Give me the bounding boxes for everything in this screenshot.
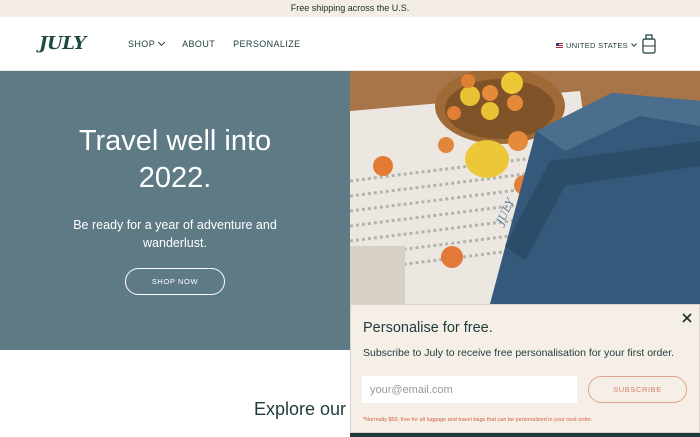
subscribe-popup: Personalise for free. Subscribe to July … (350, 304, 700, 433)
footer-strip (350, 433, 700, 437)
logo[interactable]: JULY (39, 33, 86, 54)
hero-subtitle-line1: Be ready for a year of adventure and (73, 218, 277, 232)
fine-print: *Normally $50, free for all luggage and … (363, 417, 593, 423)
chevron-down-icon (158, 38, 166, 47)
menu-shop-label: SHOP (128, 39, 156, 49)
menu-personalize[interactable]: PERSONALIZE (233, 39, 300, 49)
popup-description: Subscribe to July to receive free person… (363, 347, 675, 359)
close-icon[interactable] (680, 311, 694, 325)
header: JULY SHOP ABOUT PERSONALIZE UNITED STATE… (0, 17, 700, 71)
popup-title: Personalise for free. (363, 320, 493, 336)
hero-title-line1: Travel well into (78, 125, 272, 157)
hero-panel: Travel well into 2022. Be ready for a ye… (0, 71, 350, 350)
shop-now-button[interactable]: SHOP NOW (125, 268, 225, 295)
hero-title-line2: 2022. (138, 162, 212, 194)
country-selector[interactable]: UNITED STATES (556, 40, 637, 50)
subscribe-button[interactable]: SUBSCRIBE (588, 376, 687, 403)
email-field[interactable] (362, 376, 577, 403)
hero-title: Travel well into 2022. (0, 123, 350, 197)
main-menu: SHOP ABOUT PERSONALIZE (128, 38, 301, 49)
hero-subtitle-line2: wanderlust. (143, 236, 207, 250)
country-label: UNITED STATES (566, 41, 628, 50)
hero-subtitle: Be ready for a year of adventure and wan… (60, 216, 290, 252)
menu-about[interactable]: ABOUT (182, 39, 215, 49)
hero-image: JULY (350, 71, 700, 304)
shopping-bag-icon[interactable] (642, 34, 656, 54)
chevron-down-icon (631, 40, 637, 47)
menu-shop[interactable]: SHOP (128, 38, 166, 49)
announcement-bar: Free shipping across the U.S. (0, 0, 700, 17)
announcement-text: Free shipping across the U.S. (290, 3, 410, 13)
explore-heading: Explore our (254, 399, 347, 419)
us-flag-icon (556, 43, 563, 48)
